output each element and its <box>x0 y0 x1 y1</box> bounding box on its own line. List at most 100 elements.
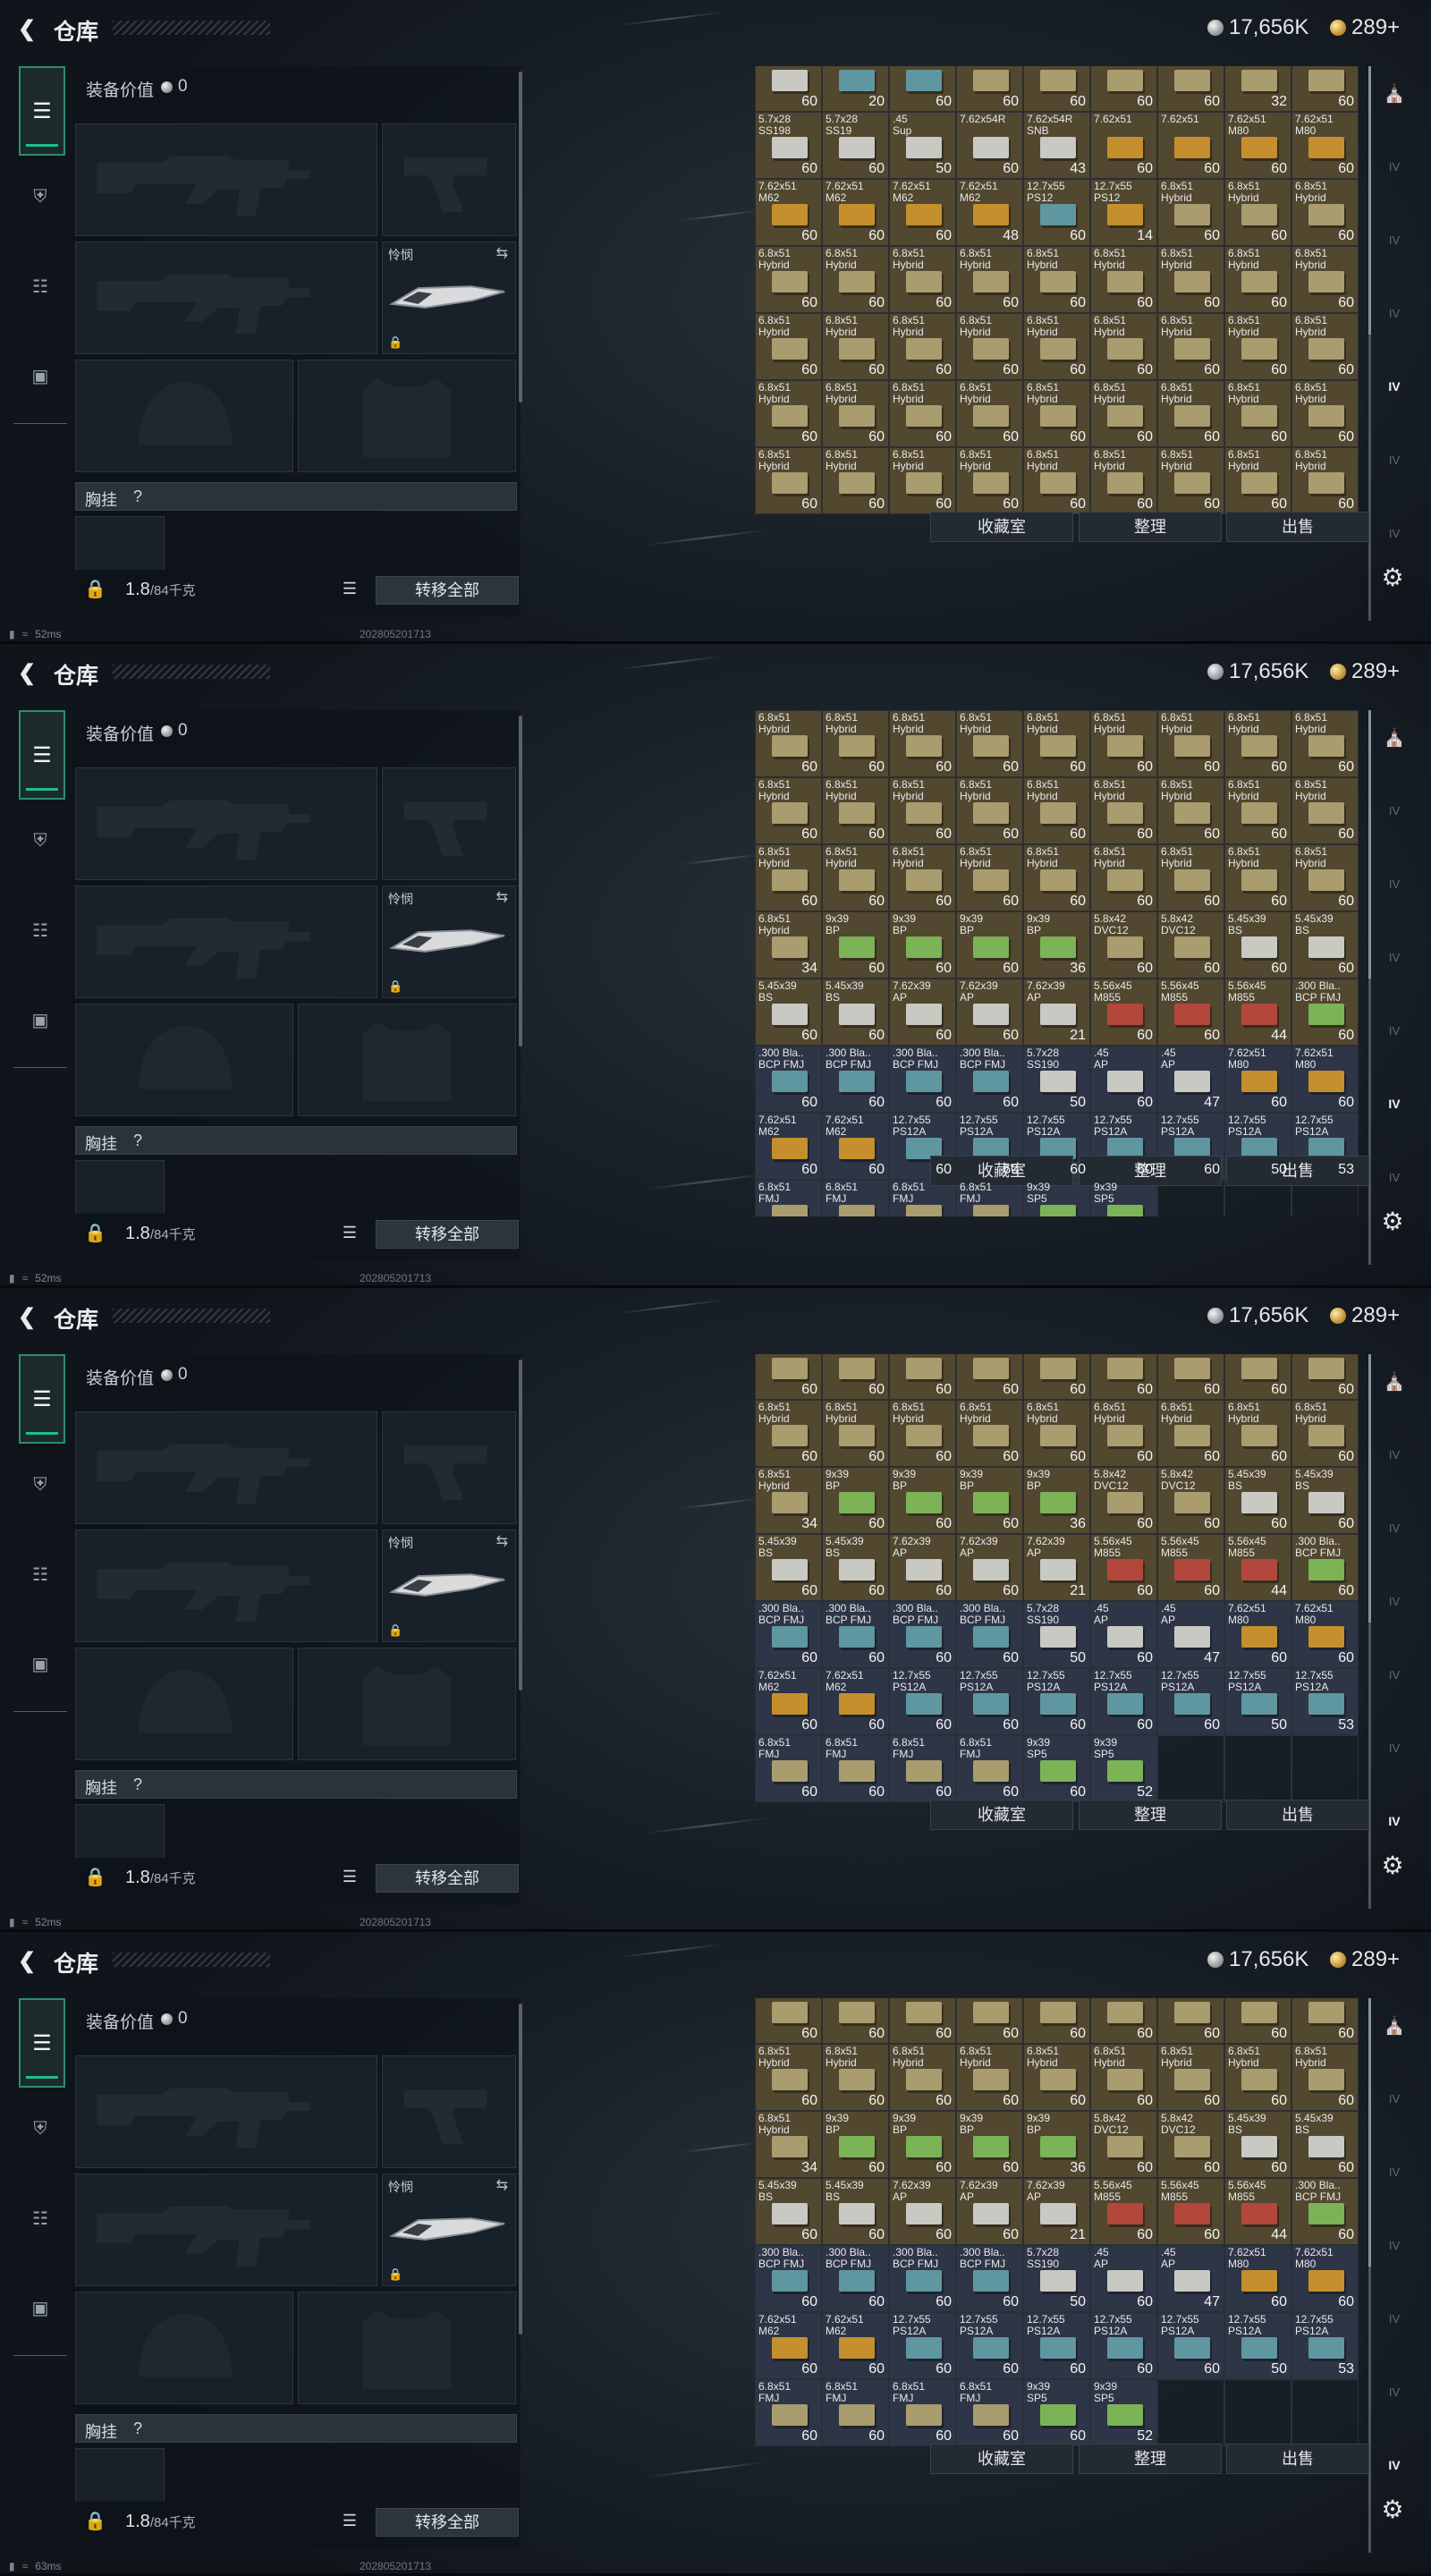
stash-item[interactable]: 6.8x51 Hybrid 60 <box>1023 844 1090 911</box>
helmet-slot[interactable] <box>75 2292 293 2404</box>
stash-page-6-icon[interactable]: IV <box>1376 1159 1413 1195</box>
armor-slot[interactable] <box>298 1004 516 1116</box>
stash-item[interactable]: 6.8x51 Hybrid 60 <box>1291 844 1359 911</box>
gear-icon[interactable]: ⚙ <box>1377 562 1408 592</box>
stash-item[interactable]: 9x39 BP 60 <box>956 1467 1023 1534</box>
stash-item[interactable]: 12.7x55 PS12A 53 <box>1291 1668 1359 1735</box>
stash-item[interactable]: 7.62x39 AP 60 <box>889 2178 956 2245</box>
stash-page-5-icon[interactable]: IV <box>1376 2374 1413 2410</box>
list-icon[interactable]: ☰ <box>336 576 363 601</box>
stash-home-icon[interactable]: ⛪ <box>1376 1363 1413 1399</box>
stash-item[interactable]: 5.45x39 BS 60 <box>1224 911 1291 979</box>
stash-item[interactable]: 60 <box>755 66 822 112</box>
collection-room-button[interactable]: 收藏室 <box>930 1800 1073 1830</box>
stash-page-2-icon[interactable]: IV <box>1376 866 1413 902</box>
stash-item[interactable]: 6.8x51 Hybrid 60 <box>1157 844 1224 911</box>
gear-icon[interactable]: ⚙ <box>1377 1850 1408 1880</box>
chest-rig-bar[interactable]: 胸挂 ? <box>75 2414 517 2443</box>
stash-item[interactable]: 60 <box>1090 1354 1157 1400</box>
stash-item[interactable]: 6.8x51 Hybrid 60 <box>889 777 956 844</box>
stash-item[interactable]: .300 Bla.. BCP FMJ 60 <box>755 2245 822 2312</box>
stash-page-2-icon[interactable]: IV <box>1376 222 1413 258</box>
stash-item[interactable]: 12.7x55 PS12A 60 <box>1023 1668 1090 1735</box>
stash-item[interactable]: 7.62x51 M62 60 <box>755 1113 822 1180</box>
stash-item[interactable]: 5.8x42 DVC12 60 <box>1090 1467 1157 1534</box>
stash-item[interactable]: 5.45x39 BS 60 <box>1291 911 1359 979</box>
stash-item[interactable]: .300 Bla.. BCP FMJ 60 <box>1291 979 1359 1046</box>
stash-item[interactable]: 7.62x51 M62 60 <box>755 1668 822 1735</box>
stash-item[interactable]: .300 Bla.. BCP FMJ 60 <box>889 1046 956 1113</box>
stash-item[interactable]: 5.56x45 M855 60 <box>1090 2178 1157 2245</box>
stash-item[interactable]: 6.8x51 Hybrid 60 <box>822 313 889 380</box>
stash-item[interactable]: 5.56x45 M855 44 <box>1224 2178 1291 2245</box>
stash-item[interactable]: 7.62x39 AP 60 <box>889 1534 956 1601</box>
sort-button[interactable]: 整理 <box>1079 1800 1222 1830</box>
stash-item[interactable]: 12.7x55 PS12A 60 <box>1090 2312 1157 2379</box>
stash-item[interactable]: 6.8x51 Hybrid 60 <box>956 1400 1023 1467</box>
stash-item[interactable]: 12.7x55 PS12 14 <box>1090 179 1157 246</box>
tab-weapons[interactable]: ☰ <box>19 1354 65 1444</box>
stash-item[interactable]: 5.7x28 SS19 60 <box>822 112 889 179</box>
stash-item[interactable]: 5.8x42 DVC12 60 <box>1157 2111 1224 2178</box>
stash-item[interactable]: 6.8x51 Hybrid 60 <box>1224 380 1291 447</box>
list-icon[interactable]: ☰ <box>336 1220 363 1245</box>
stash-item[interactable]: 6.8x51 Hybrid 60 <box>889 2044 956 2111</box>
stash-item[interactable]: 6.8x51FMJ60 <box>755 1735 822 1802</box>
stash-item[interactable]: 6.8x51 Hybrid 60 <box>1291 179 1359 246</box>
stash-page-active-icon[interactable]: IV <box>1376 1803 1413 1839</box>
stash-item[interactable]: 60 <box>1157 1998 1224 2044</box>
stash-item[interactable]: 6.8x51 Hybrid 60 <box>822 380 889 447</box>
stash-item[interactable]: 6.8x51 Hybrid 60 <box>956 2044 1023 2111</box>
stash-item[interactable]: 6.8x51 Hybrid 60 <box>889 1400 956 1467</box>
secondary-weapon-slot[interactable] <box>75 242 377 354</box>
stash-page-4-icon[interactable]: IV <box>1376 2301 1413 2336</box>
stash-home-icon[interactable]: ⛪ <box>1376 719 1413 755</box>
stash-item[interactable]: 5.7x28 SS198 60 <box>755 112 822 179</box>
stash-item[interactable]: 12.7x55 PS12A 60 <box>1157 1668 1224 1735</box>
stash-item[interactable]: 5.8x42 DVC12 60 <box>1090 2111 1157 2178</box>
help-icon[interactable]: ? <box>133 1131 142 1150</box>
stash-item[interactable]: 9x39 BP 60 <box>889 2111 956 2178</box>
stash-item[interactable]: 7.62x51 M80 60 <box>1224 1046 1291 1113</box>
stash-page-3-icon[interactable]: IV <box>1376 2227 1413 2263</box>
stash-item[interactable]: 6.8x51 Hybrid 60 <box>1090 710 1157 777</box>
stash-item[interactable]: 5.45x39 BS 60 <box>755 2178 822 2245</box>
stash-item[interactable]: 9x39SP552 <box>1090 1735 1157 1802</box>
gold-balance[interactable]: 289+ <box>1330 1947 1400 1972</box>
stash-item[interactable]: 12.7x55 PS12A 60 <box>1090 1668 1157 1735</box>
stash-item[interactable]: 7.62x39 AP 21 <box>1023 979 1090 1046</box>
list-icon[interactable]: ☰ <box>336 2508 363 2533</box>
stash-item[interactable]: 12.7x55 PS12A 60 <box>956 2312 1023 2379</box>
tab-weapons[interactable]: ☰ <box>19 710 65 800</box>
stash-item[interactable]: 60 <box>956 1354 1023 1400</box>
stash-item[interactable]: 6.8x51 Hybrid 34 <box>755 2111 822 2178</box>
tab-armor[interactable]: ⛨ <box>19 1463 62 1506</box>
stash-item[interactable]: 6.8x51 Hybrid 60 <box>1224 844 1291 911</box>
stash-item[interactable]: 6.8x51 Hybrid 60 <box>956 844 1023 911</box>
stash-item[interactable]: 6.8x51 Hybrid 60 <box>822 2044 889 2111</box>
tab-armor[interactable]: ⛨ <box>19 819 62 862</box>
stash-item[interactable]: 12.7x55 PS12A 60 <box>1023 2312 1090 2379</box>
stash-item[interactable]: 5.8x42 DVC12 60 <box>1090 911 1157 979</box>
chest-rig-slot[interactable] <box>75 516 165 570</box>
sell-button[interactable]: 出售 <box>1226 512 1369 542</box>
stash-item[interactable]: 6.8x51 Hybrid 60 <box>1291 1400 1359 1467</box>
stash-item[interactable]: .45 AP 60 <box>1090 2245 1157 2312</box>
chest-rig-bar[interactable]: 胸挂 ? <box>75 482 517 511</box>
melee-slot[interactable]: 怜悯 ⇆ 🔒 <box>382 886 516 998</box>
stash-item[interactable]: 60 <box>1291 66 1359 112</box>
stash-item[interactable]: 6.8x51FMJ60 <box>822 1180 889 1216</box>
stash-item[interactable]: 6.8x51 Hybrid 60 <box>1224 777 1291 844</box>
primary-weapon-slot[interactable] <box>75 1411 377 1524</box>
stash-item[interactable]: 12.7x55 PS12A 60 <box>956 1668 1023 1735</box>
tab-vest[interactable]: ☷ <box>19 909 62 952</box>
equipment-scrollbar[interactable] <box>519 2004 522 2334</box>
stash-item[interactable]: 7.62x39 AP 21 <box>1023 2178 1090 2245</box>
stash-item[interactable]: 6.8x51 Hybrid 60 <box>1224 1400 1291 1467</box>
pistol-slot[interactable] <box>382 767 516 880</box>
stash-item[interactable]: 5.56x45 M855 60 <box>1157 979 1224 1046</box>
stash-item[interactable]: .300 Bla.. BCP FMJ 60 <box>822 1601 889 1668</box>
stash-home-icon[interactable]: ⛪ <box>1376 75 1413 111</box>
help-icon[interactable]: ? <box>133 487 142 506</box>
stash-item[interactable]: 6.8x51 Hybrid 60 <box>1224 313 1291 380</box>
